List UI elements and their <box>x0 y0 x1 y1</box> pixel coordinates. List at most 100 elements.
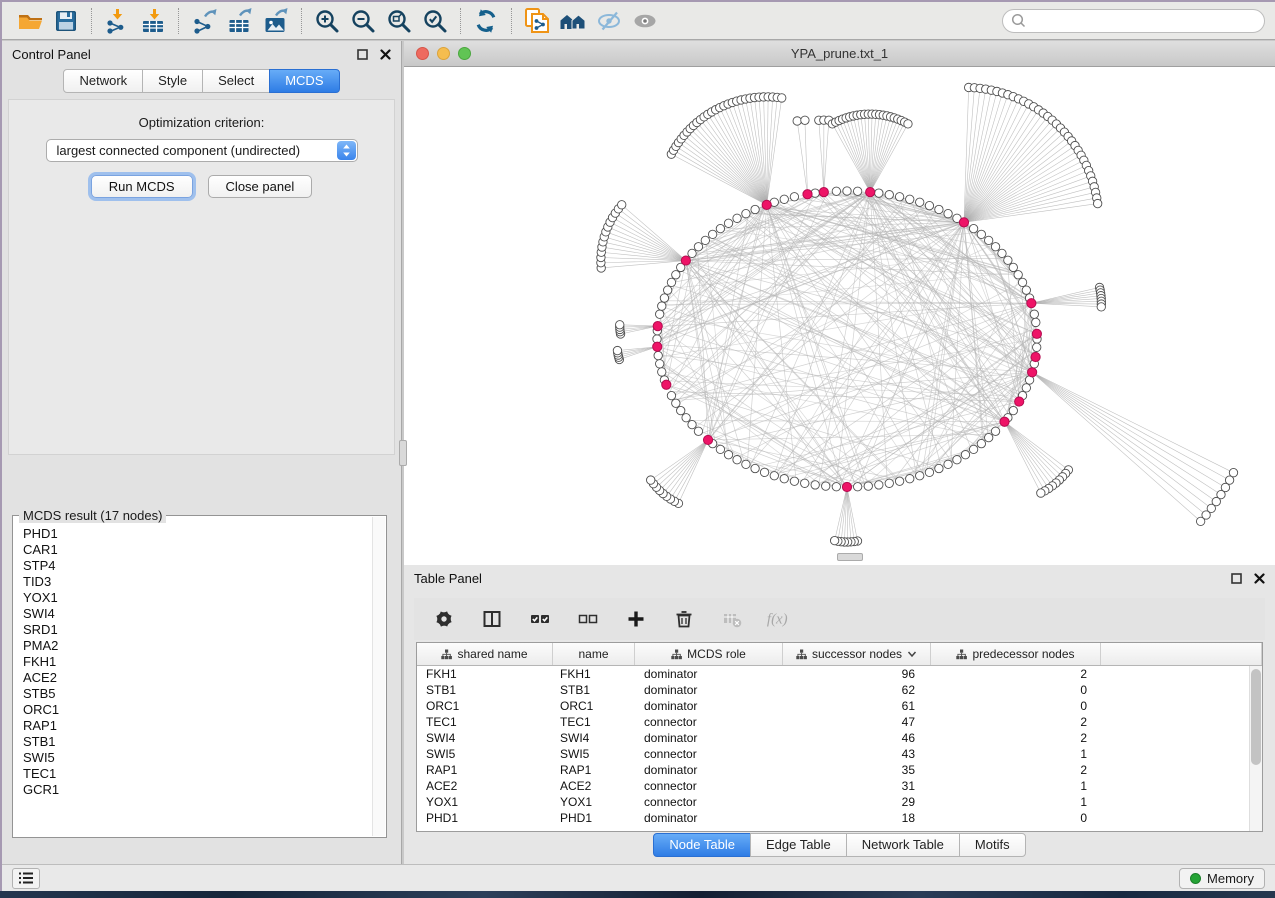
window-minimize-icon[interactable] <box>437 47 450 60</box>
import-network-icon[interactable] <box>99 6 135 36</box>
mcds-result-item[interactable]: ACE2 <box>23 670 372 686</box>
save-icon[interactable] <box>48 6 84 36</box>
close-panel-button[interactable]: Close panel <box>208 175 313 198</box>
tab-network[interactable]: Network <box>63 69 143 93</box>
mcds-result-item[interactable]: SWI5 <box>23 750 372 766</box>
mcds-tab-content: Optimization criterion: largest connecte… <box>8 99 395 455</box>
import-table-icon[interactable] <box>135 6 171 36</box>
mcds-result-item[interactable]: STB5 <box>23 686 372 702</box>
mcds-result-item[interactable]: CAR1 <box>23 542 372 558</box>
node-table-header: shared name name MCDS role successor nod… <box>417 643 1262 666</box>
select-all-checkboxes-icon[interactable] <box>526 605 554 633</box>
clone-network-icon[interactable] <box>519 6 555 36</box>
mcds-result-item[interactable]: FKH1 <box>23 654 372 670</box>
toolbar-separator <box>511 8 512 34</box>
show-all-icon[interactable] <box>627 6 663 36</box>
table-row[interactable]: STB1STB1dominator620 <box>417 682 1248 698</box>
column-header-mcds-role[interactable]: MCDS role <box>635 643 783 665</box>
tab-mcds[interactable]: MCDS <box>269 69 339 93</box>
column-header-filler <box>1101 643 1262 665</box>
mcds-result-item[interactable]: ORC1 <box>23 702 372 718</box>
toolbar-separator <box>91 8 92 34</box>
tab-edge-table[interactable]: Edge Table <box>750 833 847 857</box>
mcds-result-item[interactable]: PHD1 <box>23 526 372 542</box>
search-icon <box>1011 13 1026 28</box>
table-row[interactable]: YOX1YOX1connector291 <box>417 794 1248 810</box>
search-input[interactable] <box>1032 13 1256 28</box>
memory-status-icon <box>1190 873 1201 884</box>
toolbar-separator <box>460 8 461 34</box>
delete-table-icon-disabled <box>718 605 746 633</box>
mcds-result-item[interactable]: TEC1 <box>23 766 372 782</box>
export-network-icon[interactable] <box>186 6 222 36</box>
criterion-dropdown[interactable]: largest connected component (undirected) <box>46 139 358 162</box>
add-column-icon[interactable] <box>622 605 650 633</box>
table-panel: Table Panel <box>404 565 1275 864</box>
table-settings-gear-icon[interactable] <box>430 605 458 633</box>
mcds-result-item[interactable]: TID3 <box>23 574 372 590</box>
delete-column-icon[interactable] <box>670 605 698 633</box>
close-panel-icon[interactable] <box>380 49 391 60</box>
table-scrollbar-thumb[interactable] <box>1251 669 1261 765</box>
tab-select[interactable]: Select <box>202 69 270 93</box>
app-window: Control Panel Network Style Select MCDS … <box>0 0 1275 898</box>
table-row[interactable]: ACE2ACE2connector311 <box>417 778 1248 794</box>
search-box[interactable] <box>1002 9 1265 33</box>
close-panel-icon[interactable] <box>1254 573 1265 584</box>
network-window-titlebar: YPA_prune.txt_1 <box>404 41 1275 67</box>
mcds-result-item[interactable]: SWI4 <box>23 606 372 622</box>
tab-style[interactable]: Style <box>142 69 203 93</box>
float-panel-icon[interactable] <box>1231 573 1242 584</box>
mcds-result-item[interactable]: SRD1 <box>23 622 372 638</box>
horizontal-splitter-handle[interactable] <box>837 553 863 561</box>
open-folder-icon[interactable] <box>12 6 48 36</box>
tab-network-table[interactable]: Network Table <box>846 833 960 857</box>
export-image-icon[interactable] <box>258 6 294 36</box>
mcds-result-item[interactable]: YOX1 <box>23 590 372 606</box>
first-neighbors-icon[interactable] <box>555 6 591 36</box>
window-close-icon[interactable] <box>416 47 429 60</box>
table-panel-title: Table Panel <box>414 571 482 586</box>
hide-selected-icon[interactable] <box>591 6 627 36</box>
column-layout-icon[interactable] <box>478 605 506 633</box>
mcds-result-item[interactable]: RAP1 <box>23 718 372 734</box>
float-panel-icon[interactable] <box>357 49 368 60</box>
task-history-button[interactable] <box>12 868 40 889</box>
memory-button[interactable]: Memory <box>1179 868 1265 889</box>
table-row[interactable]: ORC1ORC1dominator610 <box>417 698 1248 714</box>
mcds-result-item[interactable]: STB1 <box>23 734 372 750</box>
column-header-shared-name[interactable]: shared name <box>417 643 553 665</box>
table-row[interactable]: FKH1FKH1dominator962 <box>417 666 1248 682</box>
table-row[interactable]: PHD1PHD1dominator180 <box>417 810 1248 826</box>
run-mcds-button[interactable]: Run MCDS <box>91 175 193 198</box>
export-table-icon[interactable] <box>222 6 258 36</box>
main-toolbar <box>2 2 1275 40</box>
window-maximize-icon[interactable] <box>458 47 471 60</box>
tab-motifs[interactable]: Motifs <box>959 833 1026 857</box>
network-window-title: YPA_prune.txt_1 <box>791 46 888 61</box>
mcds-result-item[interactable]: GCR1 <box>23 782 372 798</box>
vertical-splitter-handle[interactable] <box>399 440 407 466</box>
mcds-result-scrollbar[interactable] <box>372 517 385 836</box>
zoom-in-icon[interactable] <box>309 6 345 36</box>
zoom-selected-icon[interactable] <box>417 6 453 36</box>
mcds-result-list: PHD1CAR1STP4TID3YOX1SWI4SRD1PMA2FKH1ACE2… <box>14 517 372 836</box>
mcds-result-item[interactable]: PMA2 <box>23 638 372 654</box>
table-row[interactable]: RAP1RAP1dominator352 <box>417 762 1248 778</box>
network-canvas[interactable] <box>404 67 1275 565</box>
table-row[interactable]: SWI5SWI5connector431 <box>417 746 1248 762</box>
table-panel-tabs: Node Table Edge Table Network Table Moti… <box>404 833 1275 857</box>
table-scrollbar[interactable] <box>1249 666 1262 831</box>
table-row[interactable]: TEC1TEC1connector472 <box>417 714 1248 730</box>
tab-node-table[interactable]: Node Table <box>653 833 751 857</box>
toolbar-separator <box>301 8 302 34</box>
column-header-name[interactable]: name <box>553 643 635 665</box>
column-header-predecessor-nodes[interactable]: predecessor nodes <box>931 643 1101 665</box>
refresh-icon[interactable] <box>468 6 504 36</box>
zoom-out-icon[interactable] <box>345 6 381 36</box>
mcds-result-item[interactable]: STP4 <box>23 558 372 574</box>
table-row[interactable]: SWI4SWI4dominator462 <box>417 730 1248 746</box>
column-header-successor-nodes[interactable]: successor nodes <box>783 643 931 665</box>
deselect-all-checkboxes-icon[interactable] <box>574 605 602 633</box>
zoom-fit-icon[interactable] <box>381 6 417 36</box>
